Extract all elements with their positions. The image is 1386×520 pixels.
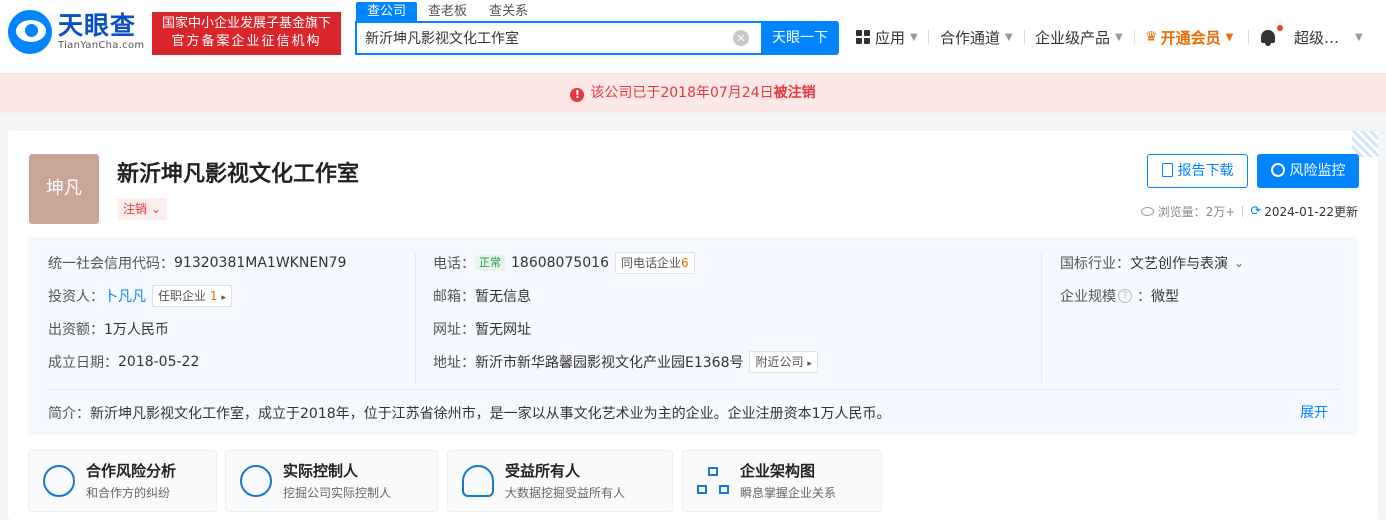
nav-apps[interactable]: 应用 ▼ (856, 26, 918, 48)
investor-jobs-tag[interactable]: 任职企业 1 ▸ (152, 285, 232, 307)
deregistered-notice: ! 该公司已于2018年07月24日被注销 (0, 74, 1386, 113)
target-icon (240, 465, 272, 497)
nav-vip[interactable]: ♛ 开通会员 ▼ (1145, 26, 1233, 48)
eye-logo-icon (8, 10, 52, 54)
caret-down-icon: ▼ (1115, 31, 1123, 43)
document-icon (1161, 163, 1173, 177)
official-badge[interactable]: 国家中小企业发展子基金旗下 官方备案企业征信机构 (152, 12, 341, 55)
founded-row: 成立日期： 2018-05-22 (48, 354, 200, 371)
page-meta: 浏览量：2万+ ⟳ 2024-01-22更新 (1140, 203, 1358, 220)
crown-icon: ♛ (1145, 29, 1158, 45)
report-download-button[interactable]: 报告下载 (1147, 154, 1248, 188)
caret-down-icon: ▼ (1355, 31, 1363, 43)
handshake-icon (43, 465, 75, 497)
caret-right-icon: ▸ (807, 359, 812, 369)
caret-down-icon: ▼ (910, 31, 918, 43)
refresh-icon[interactable]: ⟳ (1250, 204, 1261, 219)
risk-monitor-button[interactable]: 风险监控 (1257, 154, 1359, 188)
update-date: 2024-01-22更新 (1264, 205, 1358, 219)
company-name: 新沂坤凡影视文化工作室 (117, 162, 360, 187)
feature-card-beneficial-owner[interactable]: 受益所有人 大数据挖掘受益所有人 (447, 450, 673, 512)
tab-relation[interactable]: 查关系 (478, 2, 539, 22)
phone-row: 电话： 正常 18608075016 同电话企业6 (433, 251, 695, 275)
credit-code-value[interactable]: 91320381MA1WKNEN79 (174, 255, 346, 271)
person-icon (462, 465, 494, 497)
monitor-icon (1270, 163, 1285, 177)
address-value[interactable]: 新沂市新华路馨园影视文化产业园E1368号 (475, 352, 743, 372)
phone-status-badge: 正常 (475, 255, 505, 271)
company-card: 坤凡 新沂坤凡影视文化工作室 注销 ⌄ 报告下载 风险监控 浏览量：2万+ ⟳ … (8, 131, 1378, 520)
capital-row: 出资额： 1万人民币 (48, 322, 169, 338)
nav-divider (1024, 30, 1025, 44)
caret-down-icon: ▼ (1225, 31, 1234, 43)
tab-boss[interactable]: 查老板 (417, 2, 478, 22)
intro-row: 简介： 新沂坤凡影视文化工作室，成立于2018年，位于江苏省徐州市，是一家以从事… (48, 401, 891, 425)
same-phone-tag[interactable]: 同电话企业6 (614, 252, 695, 274)
help-icon[interactable]: ? (1118, 289, 1132, 303)
nav-enterprise[interactable]: 企业级产品 ▼ (1035, 26, 1123, 48)
feature-card-cooperation-risk[interactable]: 合作风险分析 和合作方的纠纷 (28, 450, 217, 512)
company-logo: 坤凡 (29, 154, 99, 224)
search-input[interactable] (357, 23, 717, 53)
nav-divider (1248, 30, 1249, 44)
feature-card-org-chart[interactable]: 企业架构图 瞬息掌握企业关系 (682, 450, 882, 512)
investor-row: 投资人： 卜凡凡 任职企业 1 ▸ (48, 284, 232, 308)
nearby-companies-tag[interactable]: 附近公司 ▸ (749, 351, 818, 373)
industry-value[interactable]: 文艺创作与表演 (1130, 253, 1228, 273)
expand-link[interactable]: 展开 (1300, 402, 1328, 422)
address-row: 地址： 新沂市新华路馨园影视文化产业园E1368号 附近公司 ▸ (433, 350, 818, 374)
org-chart-icon (697, 465, 729, 497)
phone-value[interactable]: 18608075016 (511, 255, 609, 271)
industry-row: 国标行业： 文艺创作与表演 ⌄ (1060, 251, 1244, 275)
scale-row: 企业规模 ? ： 微型 (1060, 289, 1179, 305)
search-button[interactable]: 天眼一下 (761, 21, 839, 55)
notification-dot (1277, 25, 1283, 31)
credit-code-row: 统一社会信用代码： 91320381MA1WKNEN79 (48, 255, 347, 272)
tab-company[interactable]: 查公司 (356, 2, 418, 22)
search-tabs: 查公司 查老板 查关系 (356, 2, 539, 22)
logo-subtitle: TianYanCha.com (58, 40, 145, 51)
clear-icon[interactable]: × (733, 30, 749, 46)
email-row: 邮箱： 暂无信息 (433, 289, 531, 305)
nav-channel[interactable]: 合作通道 ▼ (940, 26, 1013, 48)
site-logo[interactable]: 天眼查 TianYanCha.com (8, 10, 144, 54)
views-count: 浏览量：2万+ (1157, 205, 1236, 219)
investor-link[interactable]: 卜凡凡 (104, 286, 146, 306)
company-info-panel: 统一社会信用代码： 91320381MA1WKNEN79 投资人： 卜凡凡 任职… (28, 237, 1358, 435)
alert-icon: ! (570, 88, 585, 102)
intro-text: 新沂坤凡影视文化工作室，成立于2018年，位于江苏省徐州市，是一家以从事文化艺术… (90, 406, 891, 422)
status-badge[interactable]: 注销 ⌄ (117, 198, 167, 220)
feature-card-actual-controller[interactable]: 实际控制人 挖掘公司实际控制人 (225, 450, 438, 512)
chevron-down-icon: ⌄ (150, 202, 161, 216)
caret-right-icon: ▸ (221, 293, 226, 303)
apps-grid-icon (856, 30, 870, 44)
nav-divider (1134, 30, 1135, 44)
chevron-down-icon[interactable]: ⌄ (1234, 256, 1244, 270)
nav-divider (928, 30, 929, 44)
caret-down-icon: ▼ (1005, 31, 1013, 43)
eye-icon (1140, 207, 1154, 216)
bell-icon[interactable] (1259, 28, 1277, 46)
top-header: 天眼查 TianYanCha.com 国家中小企业发展子基金旗下 官方备案企业征… (0, 0, 1386, 74)
website-row: 网址： 暂无网址 (433, 322, 531, 338)
search-box: × (355, 21, 761, 55)
logo-title: 天眼查 (58, 11, 137, 40)
nav-user[interactable]: 超级… ▼ (1294, 26, 1363, 48)
